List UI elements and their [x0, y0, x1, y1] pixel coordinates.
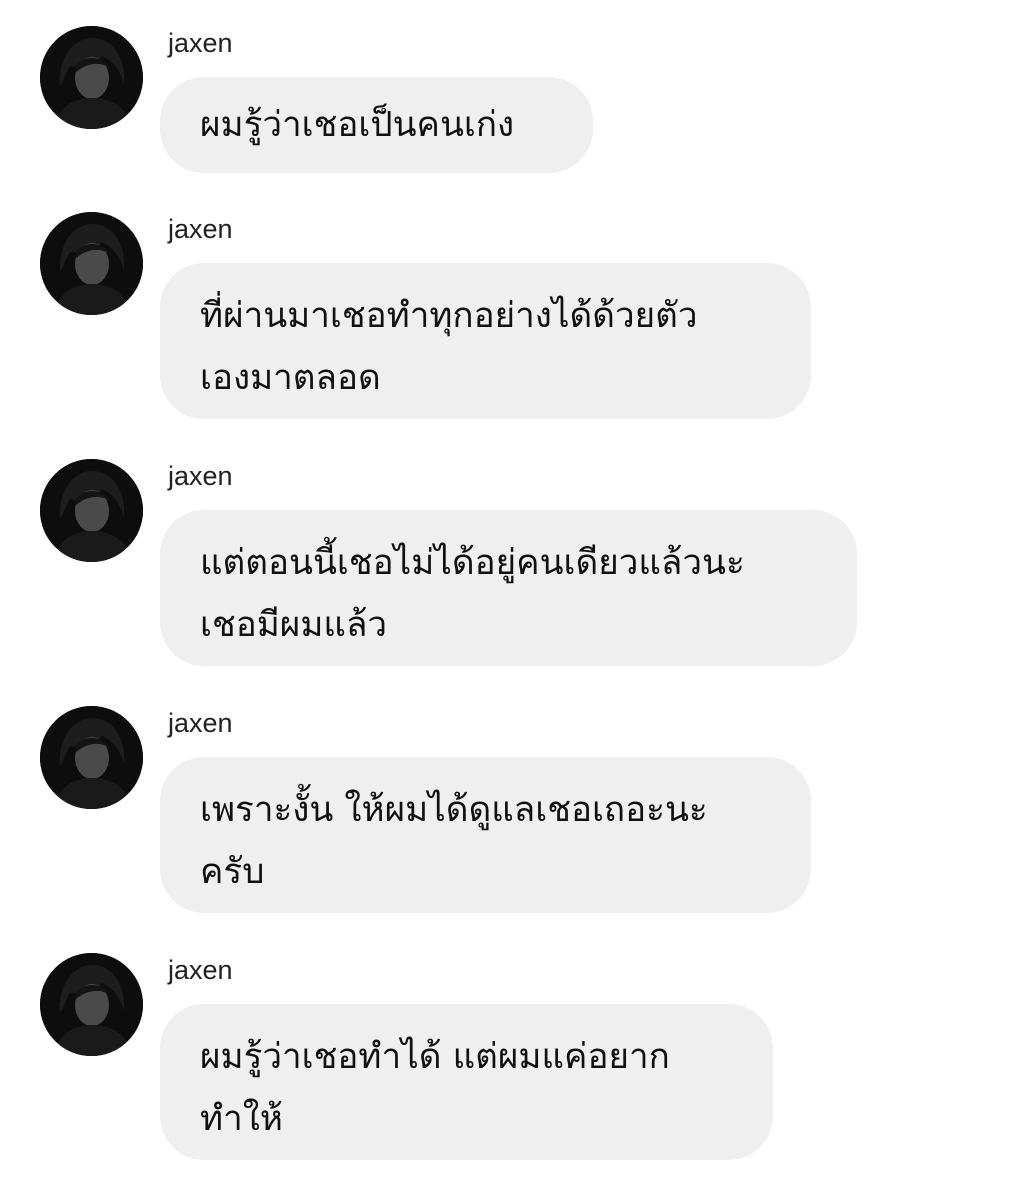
message-text: เชอมีผมแล้ว — [200, 605, 388, 645]
sender-name: jaxen — [168, 955, 233, 985]
message-bubble[interactable]: ที่ผ่านมาเชอทำทุกอย่างได้ด้วยตัว เองมาตล… — [160, 263, 811, 419]
message-text: ที่ผ่านมาเชอทำทุกอย่างได้ด้วยตัว — [200, 296, 698, 336]
sender-name: jaxen — [168, 461, 233, 491]
avatar-photo-icon — [40, 953, 143, 1056]
message-bubble[interactable]: ผมรู้ว่าเชอเป็นคนเก่ง — [160, 77, 593, 173]
sender-name: jaxen — [168, 28, 233, 58]
sender-name: jaxen — [168, 708, 233, 738]
avatar[interactable] — [40, 706, 143, 809]
sender-name: jaxen — [168, 214, 233, 244]
message-text: ผมรู้ว่าเชอทำได้ แต่ผมแค่อยาก — [200, 1037, 670, 1077]
message-text: เพราะงั้น ให้ผมได้ดูแลเชอเถอะนะ — [200, 790, 708, 830]
message-bubble[interactable]: ผมรู้ว่าเชอทำได้ แต่ผมแค่อยาก ทำให้ — [160, 1004, 773, 1160]
message-text: ผมรู้ว่าเชอเป็นคนเก่ง — [200, 105, 515, 145]
message-text: เองมาตลอด — [200, 358, 381, 398]
avatar[interactable] — [40, 26, 143, 129]
message-text: ทำให้ — [200, 1099, 283, 1139]
avatar-photo-icon — [40, 706, 143, 809]
avatar-photo-icon — [40, 459, 143, 562]
message-bubble[interactable]: แต่ตอนนี้เชอไม่ได้อยู่คนเดียวแล้วนะ เชอม… — [160, 510, 857, 666]
message-bubble[interactable]: เพราะงั้น ให้ผมได้ดูแลเชอเถอะนะ ครับ — [160, 757, 811, 913]
avatar-photo-icon — [40, 26, 143, 129]
avatar[interactable] — [40, 212, 143, 315]
avatar-photo-icon — [40, 212, 143, 315]
avatar[interactable] — [40, 953, 143, 1056]
message-text: แต่ตอนนี้เชอไม่ได้อยู่คนเดียวแล้วนะ — [200, 543, 745, 583]
message-text: ครับ — [200, 852, 265, 892]
avatar[interactable] — [40, 459, 143, 562]
